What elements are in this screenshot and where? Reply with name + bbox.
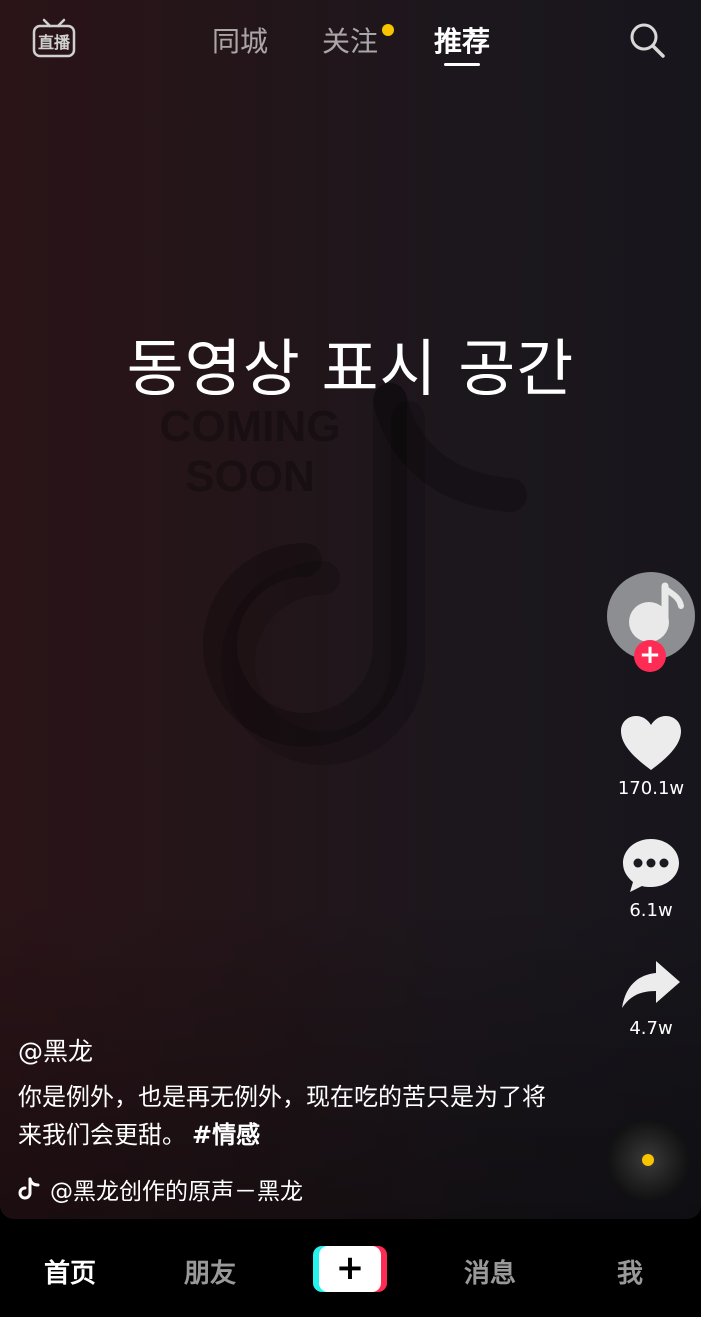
music-title: @黑龙创作的原声－黑龙 [50,1179,303,1205]
follow-button[interactable]: + [634,640,666,672]
like-button[interactable]: 170.1w [601,714,701,799]
new-content-dot [382,24,394,36]
tab-recommended[interactable]: 推荐 [434,20,490,66]
comment-icon [623,839,679,892]
tiktok-note-icon [18,1177,40,1200]
share-arrow-icon [622,961,680,1008]
video-placeholder-caption: 동영상 표시 공간 [126,332,575,405]
share-button[interactable]: 4.7w [601,958,701,1039]
post-info: @黑龙 你是例外，也是再无例外，现在吃的苦只是为了将来我们会更甜。 #情感 @黑龙… [18,1032,548,1206]
hashtag-link[interactable]: #情感 [192,1121,260,1149]
author-handle[interactable]: @黑龙 [18,1032,548,1068]
coming-soon-watermark: COMING SOON [159,402,341,501]
share-count: 4.7w [629,1018,673,1039]
active-tab-indicator [444,63,480,66]
feed-tabs: 同城 关注 推荐 [0,18,701,68]
music-disc-button[interactable] [607,1119,689,1201]
top-bar: 直播 同城 关注 推荐 [0,0,701,80]
tab-nearby[interactable]: 同城 [212,20,268,60]
nav-home[interactable]: 首页 [44,1253,96,1290]
bottom-nav: 首页 朋友 + 消息 我 [0,1219,701,1317]
music-info[interactable]: @黑龙创作的原声－黑龙 [18,1172,548,1206]
nav-friends[interactable]: 朋友 [184,1253,236,1290]
post-description: 你是例外，也是再无例外，现在吃的苦只是为了将来我们会更甜。 #情感 [18,1078,548,1154]
tab-following[interactable]: 关注 [322,20,394,60]
disc-center-icon [642,1154,654,1166]
author-avatar-container[interactable]: + [607,572,695,672]
comment-count: 6.1w [629,900,673,921]
nav-messages[interactable]: 消息 [464,1253,516,1290]
description-text: 你是例外，也是再无例外，现在吃的苦只是为了将来我们会更甜。 [18,1083,546,1149]
plus-icon: + [319,1246,381,1292]
comment-button[interactable]: 6.1w [601,836,701,921]
app-screen: COMING SOON 동영상 표시 공간 直播 同城 关注 推荐 + 170.… [0,0,701,1317]
like-count: 170.1w [617,778,685,799]
search-icon[interactable] [627,20,667,60]
heart-icon [621,716,681,770]
nav-profile[interactable]: 我 [617,1253,643,1290]
create-button[interactable]: + [313,1246,387,1292]
